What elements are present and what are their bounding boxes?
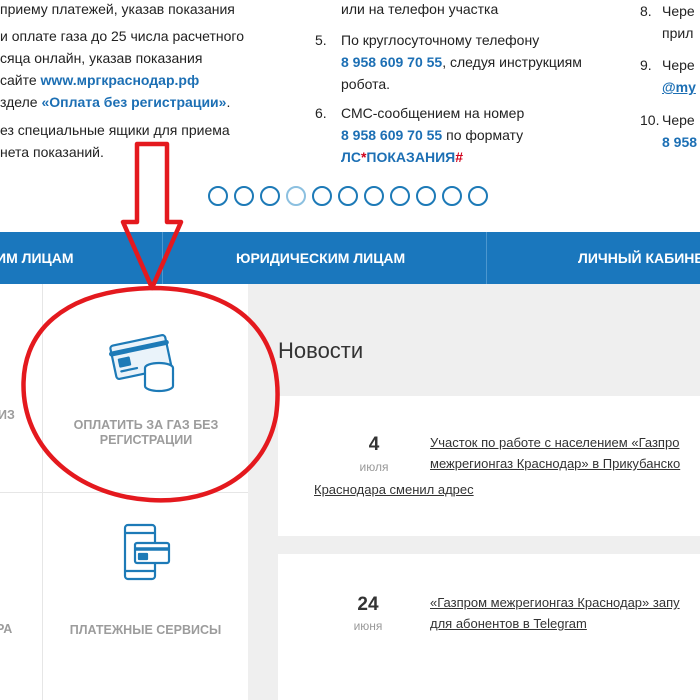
instr-line: Чере [662, 112, 695, 128]
carousel-dot[interactable] [364, 186, 384, 206]
pay-without-registration-tile[interactable]: Оплатить за газ без регистрации [43, 284, 248, 492]
news-heading: Новости [278, 338, 364, 363]
carousel-dot[interactable] [338, 186, 358, 206]
instr-line: нета показаний. [0, 144, 104, 160]
instr-line: по формату [442, 127, 524, 143]
nav-tab-personal-account[interactable]: Личный кабинет [578, 232, 700, 284]
instr-line: СМС-сообщением на номер [341, 105, 525, 121]
instr-line: сяца онлайн, указав показания [0, 50, 203, 66]
site-link[interactable]: www.мргкраснодар.рф [41, 72, 200, 88]
item-number: 8. [640, 3, 652, 19]
nav-tab-legal-entities[interactable]: Юридическим лицам [236, 232, 405, 284]
phone-number[interactable]: 8 958 [662, 134, 697, 150]
nav-divider [486, 232, 487, 284]
instr-line: или на телефон участка [341, 1, 499, 17]
carousel-dot[interactable] [416, 186, 436, 206]
tile-label: Оплатить за газ без регистрации [73, 418, 219, 447]
instr-line: ез специальные ящики для приема [0, 122, 230, 138]
news-day: 24 [357, 594, 379, 615]
phone-number[interactable]: 8 958 609 70 55 [341, 127, 442, 143]
carousel-dot[interactable] [260, 186, 280, 206]
item-number: 9. [640, 57, 652, 73]
carousel-dots [208, 186, 488, 206]
instr-line: зделе «Оплата без регистрации». [0, 94, 231, 110]
instr-line: По круглосуточному телефону [341, 32, 540, 48]
news-day: 4 [368, 434, 380, 455]
payment-services-tile[interactable]: Платежные сервисы [43, 493, 248, 700]
item-number: 6. [315, 105, 327, 121]
carousel-dot[interactable] [312, 186, 332, 206]
item-number: 10. [640, 112, 660, 128]
instr-line: , следуя инструкциям [442, 54, 582, 70]
instr-line: робота. [341, 76, 390, 92]
instructions-column-3: 8. Чере прил 9. Чере @my 10. Чере 8 958 [640, 0, 700, 151]
news-card[interactable]: 4 июля Участок по работе с населением «Г… [278, 396, 700, 536]
news-month: июня [353, 619, 383, 633]
carousel-dot[interactable] [234, 186, 254, 206]
instruction-item-6: 6. СМС-сообщением на номер 8 958 609 70 … [315, 102, 625, 168]
news-link[interactable]: Краснодара сменил адрес [314, 479, 474, 500]
item-number: 5. [315, 32, 327, 48]
instruction-item-5: 5. По круглосуточному телефону 8 958 609… [315, 29, 625, 95]
news-section: Новости 4 июля Участок по работе с насел… [248, 284, 700, 700]
instr-line: приему платежей, указав показания [0, 1, 235, 17]
instr-line: и оплате газа до 25 числа расчетного [0, 28, 244, 44]
carousel-dot[interactable] [390, 186, 410, 206]
news-card[interactable]: 24 июня «Газпром межрегионгаз Краснодар»… [278, 554, 700, 700]
phone-card-icon [123, 523, 171, 581]
tile-label: Платежные сервисы [69, 623, 222, 637]
news-month: июля [359, 460, 389, 474]
instr-link[interactable]: @my [662, 79, 696, 95]
instr-line: Чере [662, 57, 695, 73]
main-nav: им лицам Юридическим лицам Личный кабине… [0, 232, 700, 284]
instr-line: сайте www.мргкраснодар.рф [0, 72, 200, 88]
tile-label-cut: РА [0, 622, 13, 636]
content-area: ИЗ РА Оплатить за газ без регистрации [0, 284, 700, 700]
phone-number[interactable]: 8 958 609 70 55 [341, 54, 442, 70]
carousel-dot[interactable] [208, 186, 228, 206]
instructions-column-1: приему платежей, указав показания и опла… [0, 0, 290, 168]
tile-label-cut: ИЗ [0, 408, 15, 422]
instructions-section: приему платежей, указав показания и опла… [0, 0, 700, 232]
carousel-dot[interactable] [286, 186, 306, 206]
instructions-column-2: или на телефон участка 5. По круглосуточ… [315, 0, 625, 174]
card-coins-icon [109, 334, 175, 393]
carousel-dot[interactable] [468, 186, 488, 206]
nav-divider [162, 232, 163, 284]
instr-line: Чере [662, 3, 695, 19]
carousel-dot[interactable] [442, 186, 462, 206]
pay-without-registration-link[interactable]: «Оплата без регистрации» [41, 94, 226, 110]
news-link[interactable]: «Газпром межрегионгаз Краснодар» запу для… [430, 592, 680, 634]
nav-tab-individuals[interactable]: им лицам [0, 232, 74, 284]
sms-format: ЛС*ПОКАЗАНИЯ# [341, 149, 463, 165]
instr-line: прил [662, 25, 694, 41]
news-link[interactable]: Участок по работе с населением «Газпро ме… [430, 432, 680, 474]
